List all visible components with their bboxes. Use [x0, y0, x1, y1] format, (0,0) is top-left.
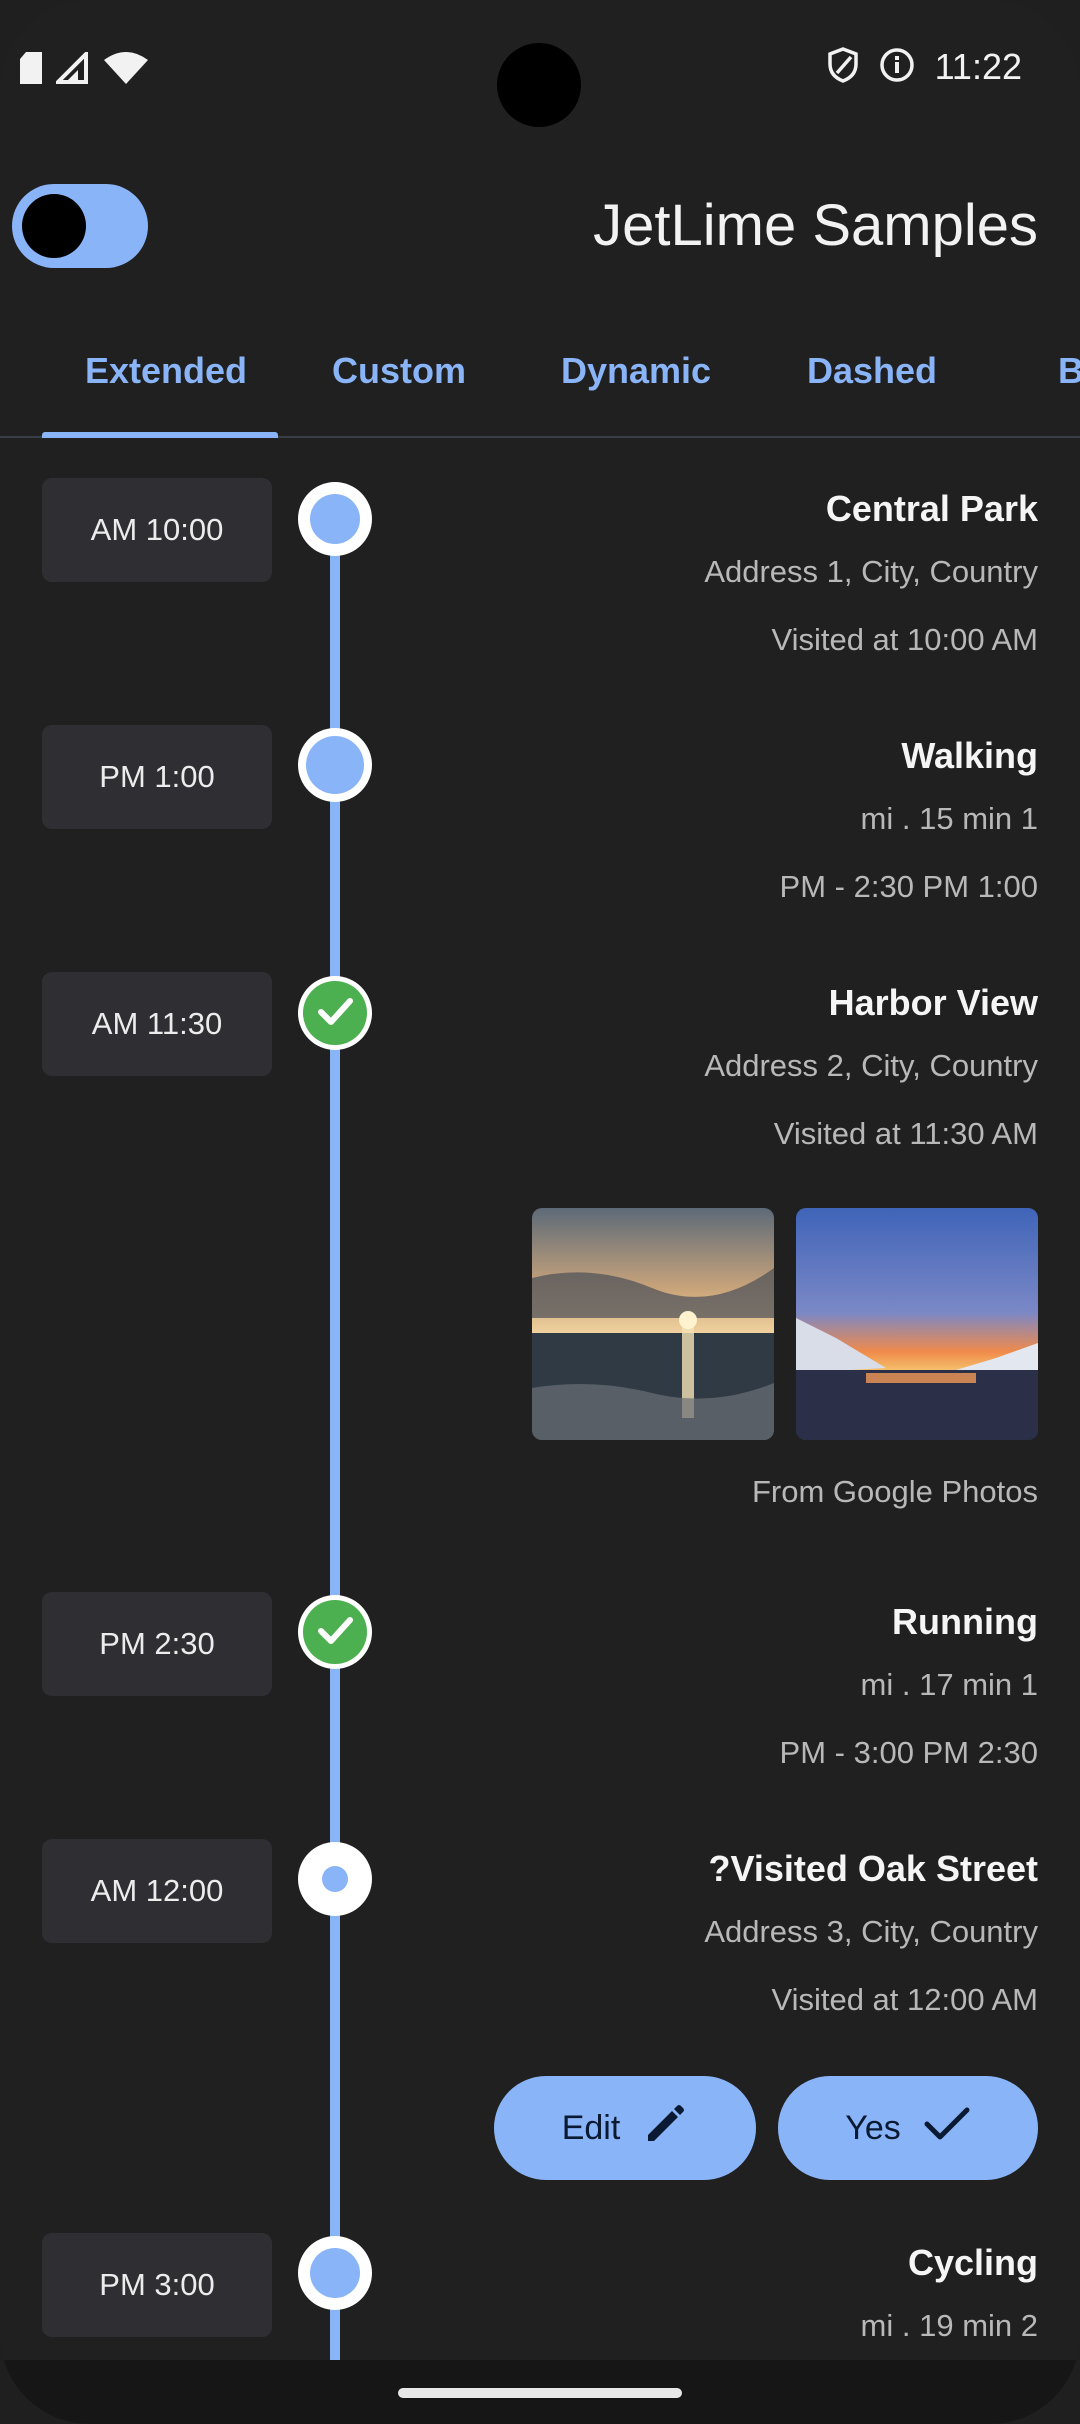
yes-label: Yes: [845, 2108, 901, 2147]
time-chip: PM 2:30: [42, 1592, 272, 1696]
event-detail: mi . 17 min 1: [860, 1667, 1038, 1702]
sim-icon: [20, 52, 42, 89]
event-visited: Visited at 12:00 AM: [771, 1982, 1038, 2017]
tab-extended[interactable]: Extended: [85, 350, 247, 392]
time-chip: PM 3:00: [42, 2233, 272, 2337]
time-chip: AM 10:00: [42, 478, 272, 582]
event-timespan: PM - 3:00 PM 2:30: [779, 1735, 1038, 1770]
tab-dashed[interactable]: Dashed: [807, 350, 937, 392]
timeline-event[interactable]: Central Park Address 1, City, Country Vi…: [418, 480, 1038, 674]
time-chip: AM 11:30: [42, 972, 272, 1076]
home-indicator[interactable]: [398, 2388, 682, 2398]
photo-sunset-sea[interactable]: [532, 1208, 774, 1440]
event-address: Address 3, City, Country: [704, 1914, 1038, 1949]
timeline-event[interactable]: Walking mi . 15 min 1 PM - 2:30 PM 1:00: [418, 727, 1038, 921]
photo-row: [532, 1208, 1038, 1440]
check-icon: [923, 2104, 971, 2153]
photo-mountain-lake[interactable]: [796, 1208, 1038, 1440]
event-title: Walking: [901, 735, 1038, 776]
timeline-node: [298, 1842, 372, 1916]
event-timespan: PM - 2:30 PM 1:00: [779, 869, 1038, 904]
time-chip: PM 1:00: [42, 725, 272, 829]
event-title: Running: [892, 1601, 1038, 1642]
vpn-shield-icon: [827, 46, 859, 88]
event-title: Cycling: [907, 2242, 1038, 2283]
event-title: ?Visited Oak Street: [708, 1848, 1038, 1889]
check-icon: [313, 989, 357, 1038]
tab-indicator: [42, 432, 278, 438]
yes-button[interactable]: Yes: [778, 2076, 1038, 2180]
info-icon: [879, 47, 915, 88]
event-detail: mi . 19 min 2: [860, 2308, 1038, 2343]
front-camera: [497, 43, 581, 127]
timeline-event[interactable]: Harbor View Address 2, City, Country Vis…: [418, 974, 1038, 1168]
timeline-event[interactable]: Running mi . 17 min 1 PM - 3:00 PM 2:30: [418, 1593, 1038, 1787]
timeline-node: [298, 728, 372, 802]
toggle-knob: [22, 194, 86, 258]
app-bar: JetLime Samples: [0, 140, 1080, 310]
event-address: Address 2, City, Country: [704, 1048, 1038, 1083]
event-detail: mi . 15 min 1: [860, 801, 1038, 836]
event-address: Address 1, City, Country: [704, 554, 1038, 589]
status-clock: 11:22: [934, 46, 1022, 87]
edit-button[interactable]: Edit: [494, 2076, 756, 2180]
photos-caption: From Google Photos: [751, 1474, 1038, 1509]
pencil-icon: [642, 2101, 688, 2156]
timeline-node-checked: [298, 976, 372, 1050]
wifi-icon: [104, 52, 148, 89]
tab-b[interactable]: B: [1058, 350, 1080, 392]
signal-icon: [53, 49, 90, 89]
tab-dynamic[interactable]: Dynamic: [561, 350, 711, 392]
tab-custom[interactable]: Custom: [332, 350, 466, 392]
event-title: Central Park: [825, 488, 1038, 529]
timeline-event[interactable]: ?Visited Oak Street Address 3, City, Cou…: [418, 1840, 1038, 2034]
timeline-node: [298, 2236, 372, 2310]
time-chip: AM 12:00: [42, 1839, 272, 1943]
event-title: Harbor View: [828, 982, 1038, 1023]
status-bar: 11:22: [0, 0, 1080, 140]
theme-toggle[interactable]: [12, 184, 148, 268]
edit-label: Edit: [561, 2108, 621, 2147]
tab-row: Extended Custom Dynamic Dashed B: [0, 320, 1080, 438]
timeline-node: [298, 482, 372, 556]
screen: 11:22 JetLime Samples Extended Custom Dy…: [0, 0, 1080, 2424]
check-icon: [313, 1608, 357, 1657]
timeline-node-checked: [298, 1595, 372, 1669]
event-visited: Visited at 10:00 AM: [771, 622, 1038, 657]
timeline-event[interactable]: Cycling mi . 19 min 2: [418, 2234, 1038, 2360]
app-title: JetLime Samples: [593, 193, 1038, 258]
event-visited: Visited at 11:30 AM: [773, 1116, 1038, 1151]
